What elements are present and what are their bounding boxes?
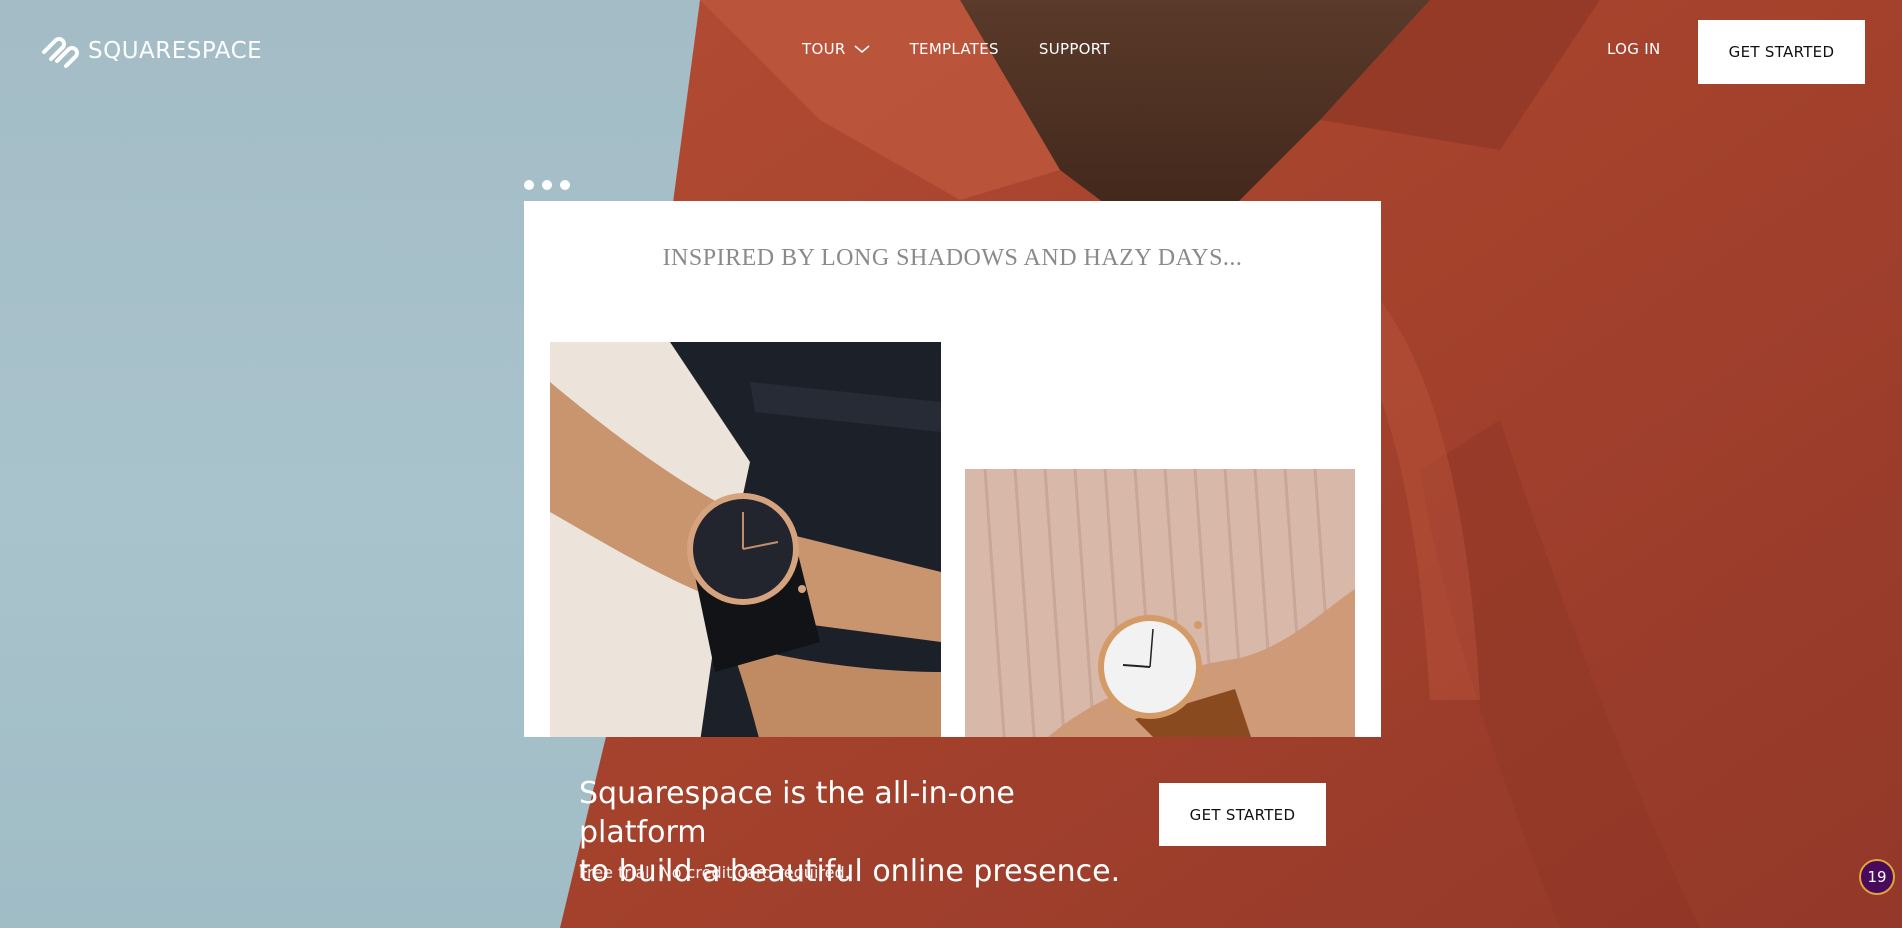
get-started-button-hero[interactable]: GET STARTED [1159, 783, 1326, 846]
window-dot [524, 180, 534, 190]
brand-logo[interactable]: SQUARESPACE [40, 34, 262, 68]
brand-name: SQUARESPACE [88, 38, 263, 64]
window-dot [542, 180, 552, 190]
template-preview-window: INSPIRED BY LONG SHADOWS AND HAZY DAYS..… [524, 201, 1381, 737]
nav-tour-link[interactable]: TOUR [802, 40, 870, 58]
top-navigation: SQUARESPACE TOUR TEMPLATES SUPPORT LOG I… [0, 0, 1902, 100]
watch-photo-dark [550, 342, 941, 737]
squarespace-logo-icon [42, 37, 79, 68]
primary-nav: TOUR TEMPLATES SUPPORT [802, 40, 1110, 58]
nav-support-link[interactable]: SUPPORT [1039, 40, 1110, 58]
watch-photo-light [965, 469, 1355, 737]
hero-subtext: Free trial. No credit card required. [579, 863, 850, 882]
notification-badge[interactable]: 19 [1859, 859, 1895, 895]
login-link[interactable]: LOG IN [1607, 40, 1660, 58]
nav-templates-link[interactable]: TEMPLATES [910, 40, 999, 58]
hero-headline-line-1: Squarespace is the all-in-one platform [579, 776, 1015, 850]
watch-image-dark [550, 342, 941, 737]
mockup-window-controls [524, 180, 570, 190]
watch-image-light [965, 469, 1355, 737]
window-dot [560, 180, 570, 190]
chevron-down-icon [854, 45, 870, 54]
preview-heading: INSPIRED BY LONG SHADOWS AND HAZY DAYS..… [662, 245, 1243, 271]
get-started-button-top[interactable]: GET STARTED [1698, 20, 1865, 84]
nav-tour-label: TOUR [802, 40, 846, 58]
